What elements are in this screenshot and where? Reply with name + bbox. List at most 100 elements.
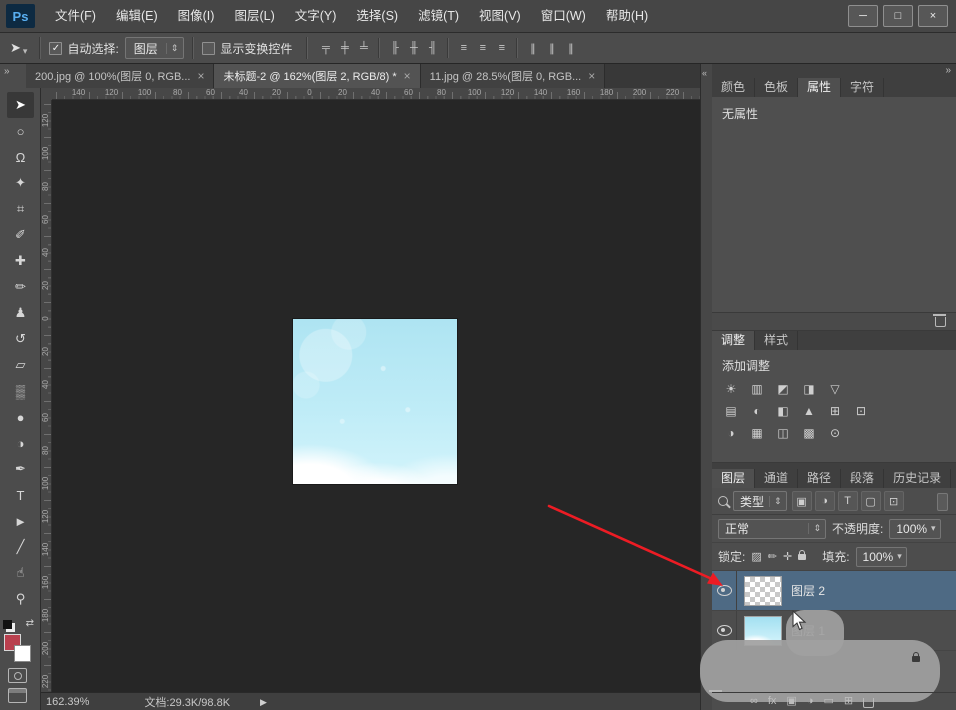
move-tool-preset-icon[interactable]: ➤ — [10, 40, 21, 56]
photo-filter-adjustment[interactable]: ▲ — [798, 402, 820, 420]
quick-mask-button[interactable] — [8, 668, 27, 683]
toolbox-collapse-icon[interactable]: » — [4, 66, 10, 77]
swap-colors-icon[interactable]: ⇄ — [26, 618, 34, 629]
menu-item[interactable]: 视图(V) — [469, 0, 531, 32]
filter-pixel-layers-button[interactable]: ▣ — [791, 491, 812, 511]
opacity-dropdown[interactable]: 100% ▾ — [889, 518, 941, 539]
menu-item[interactable]: 文件(F) — [45, 0, 106, 32]
color-lookup-adjustment[interactable]: ⊡ — [850, 402, 872, 420]
menu-item[interactable]: 滤镜(T) — [408, 0, 469, 32]
layer-thumbnail[interactable] — [744, 575, 782, 606]
maximize-button[interactable]: □ — [883, 5, 913, 27]
threshold-adjustment[interactable]: ◫ — [772, 424, 794, 442]
color-balance-adjustment[interactable]: ◐ — [746, 402, 768, 420]
align-right-edges-button[interactable]: ╢ — [423, 38, 442, 58]
distribute-top-edges-button[interactable]: ≡ — [454, 38, 473, 58]
panel-tab[interactable]: 段落 — [841, 469, 885, 488]
brightness-contrast-adjustment[interactable]: ☀ — [720, 380, 742, 398]
filter-smart-objects-button[interactable]: ⊡ — [883, 491, 904, 511]
posterize-adjustment[interactable]: ▦ — [746, 424, 768, 442]
layer-style-icon[interactable]: fx — [768, 696, 777, 707]
layer-filter-type-dropdown[interactable]: 类型 ⇕ — [733, 491, 787, 511]
align-button[interactable] — [447, 38, 450, 58]
vertical-ruler[interactable]: 120 100 80 60 40 20 0 20 40 60 80 100 120 140 160 180 20… — [40, 100, 52, 692]
tab-close-icon[interactable]: × — [404, 69, 411, 83]
tool-preset-caret-icon[interactable]: ▾ — [23, 46, 28, 57]
gradient-tool[interactable]: ▒ — [7, 378, 34, 404]
align-horizontal-centers-button[interactable]: ╫ — [404, 38, 423, 58]
channel-mixer-adjustment[interactable]: ⊞ — [824, 402, 846, 420]
hand-tool[interactable]: ☝ — [7, 560, 34, 586]
blur-tool[interactable]: ● — [7, 404, 34, 430]
panel-tab[interactable]: 样式 — [755, 331, 799, 350]
status-expand-icon[interactable]: ▶ — [260, 697, 267, 708]
lasso-tool[interactable]: Ω — [7, 144, 34, 170]
canvas[interactable] — [52, 100, 700, 692]
invert-adjustment[interactable]: ◑ — [720, 424, 742, 442]
crop-tool[interactable]: ⌗ — [7, 196, 34, 222]
vibrance-adjustment[interactable]: ▽ — [824, 380, 846, 398]
close-button[interactable]: × — [918, 5, 948, 27]
panel-tab[interactable]: 通道 — [755, 469, 799, 488]
lock-transparency-button[interactable]: ▨ — [751, 550, 761, 563]
document-image[interactable] — [293, 319, 457, 484]
align-vertical-centers-button[interactable]: ╪ — [335, 38, 354, 58]
lock-position-button[interactable]: ✛ — [783, 550, 792, 563]
distribute-left-edges-button[interactable]: ∥ — [523, 38, 542, 58]
line-tool[interactable]: ╱ — [7, 534, 34, 560]
panel-tab[interactable]: 路径 — [798, 469, 842, 488]
move-tool[interactable]: ➤ — [7, 92, 34, 118]
eraser-tool[interactable]: ▱ — [7, 352, 34, 378]
filter-adjustment-layers-button[interactable]: ◑ — [814, 491, 835, 511]
menu-item[interactable]: 选择(S) — [346, 0, 408, 32]
distribute-bottom-edges-button[interactable]: ≡ — [492, 38, 511, 58]
link-layers-icon[interactable]: ∞ — [750, 696, 758, 707]
panel-tab[interactable]: 属性 — [798, 78, 842, 97]
align-bottom-edges-button[interactable]: ╧ — [354, 38, 373, 58]
background-color-swatch[interactable] — [14, 645, 31, 662]
brush-tool[interactable]: ✏ — [7, 274, 34, 300]
fill-dropdown[interactable]: 100% ▾ — [855, 546, 907, 567]
menu-item[interactable]: 窗口(W) — [531, 0, 596, 32]
document-tab[interactable]: 200.jpg @ 100%(图层 0, RGB... × — [26, 64, 215, 88]
dodge-tool[interactable]: ◑ — [7, 430, 34, 456]
delete-layer-icon[interactable] — [863, 697, 875, 708]
panel-tab[interactable]: 字符 — [841, 78, 885, 97]
zoom-tool[interactable]: ⚲ — [7, 586, 34, 612]
minimize-button[interactable]: ─ — [848, 5, 878, 27]
blend-mode-dropdown[interactable]: 正常 ⇕ — [718, 518, 826, 539]
add-layer-mask-icon[interactable]: ▣ — [786, 696, 796, 707]
filter-type-layers-button[interactable]: T — [837, 491, 858, 511]
distribute-vertical-centers-button[interactable]: ≡ — [473, 38, 492, 58]
screen-mode-button[interactable] — [8, 688, 27, 703]
pen-tool[interactable]: ✒ — [7, 456, 34, 482]
lock-all-button[interactable] — [798, 549, 807, 560]
new-group-icon[interactable]: ▭ — [823, 696, 833, 707]
new-adjustment-layer-icon[interactable]: ◑ — [807, 696, 814, 707]
selective-color-adjustment[interactable]: ⊙ — [824, 424, 846, 442]
menu-item[interactable]: 帮助(H) — [596, 0, 658, 32]
panel-tab[interactable]: 色板 — [755, 78, 799, 97]
levels-adjustment[interactable]: ▥ — [746, 380, 768, 398]
gradient-map-adjustment[interactable]: ▩ — [798, 424, 820, 442]
show-transform-checkbox[interactable] — [202, 41, 216, 55]
exposure-adjustment[interactable]: ◨ — [798, 380, 820, 398]
distribute-right-edges-button[interactable]: ∥ — [561, 38, 580, 58]
auto-select-checkbox[interactable]: ✓ — [49, 41, 63, 55]
clone-stamp-tool[interactable]: ♟ — [7, 300, 34, 326]
tab-close-icon[interactable]: × — [588, 69, 595, 83]
align-button[interactable] — [378, 38, 381, 58]
hue-saturation-adjustment[interactable]: ▤ — [720, 402, 742, 420]
dock-collapse-icon[interactable]: » — [945, 65, 951, 76]
quick-selection-tool[interactable]: ✦ — [7, 170, 34, 196]
zoom-level[interactable]: 162.39% — [46, 696, 89, 708]
lock-image-button[interactable]: ✏ — [768, 550, 777, 563]
auto-select-target-dropdown[interactable]: 图层 ⇕ — [124, 37, 185, 59]
horizontal-ruler[interactable]: 140 120 100 80 60 40 20 0 20 40 60 80 100 120 140 160 18… — [52, 88, 700, 100]
panel-tab[interactable]: 历史记录 — [884, 469, 952, 488]
new-layer-icon[interactable]: ⊞ — [844, 696, 853, 707]
layer-name[interactable]: 图层 2 — [791, 582, 825, 599]
filter-shape-layers-button[interactable]: ▢ — [860, 491, 881, 511]
menu-item[interactable]: 编辑(E) — [106, 0, 168, 32]
default-colors-icon[interactable] — [3, 620, 12, 629]
